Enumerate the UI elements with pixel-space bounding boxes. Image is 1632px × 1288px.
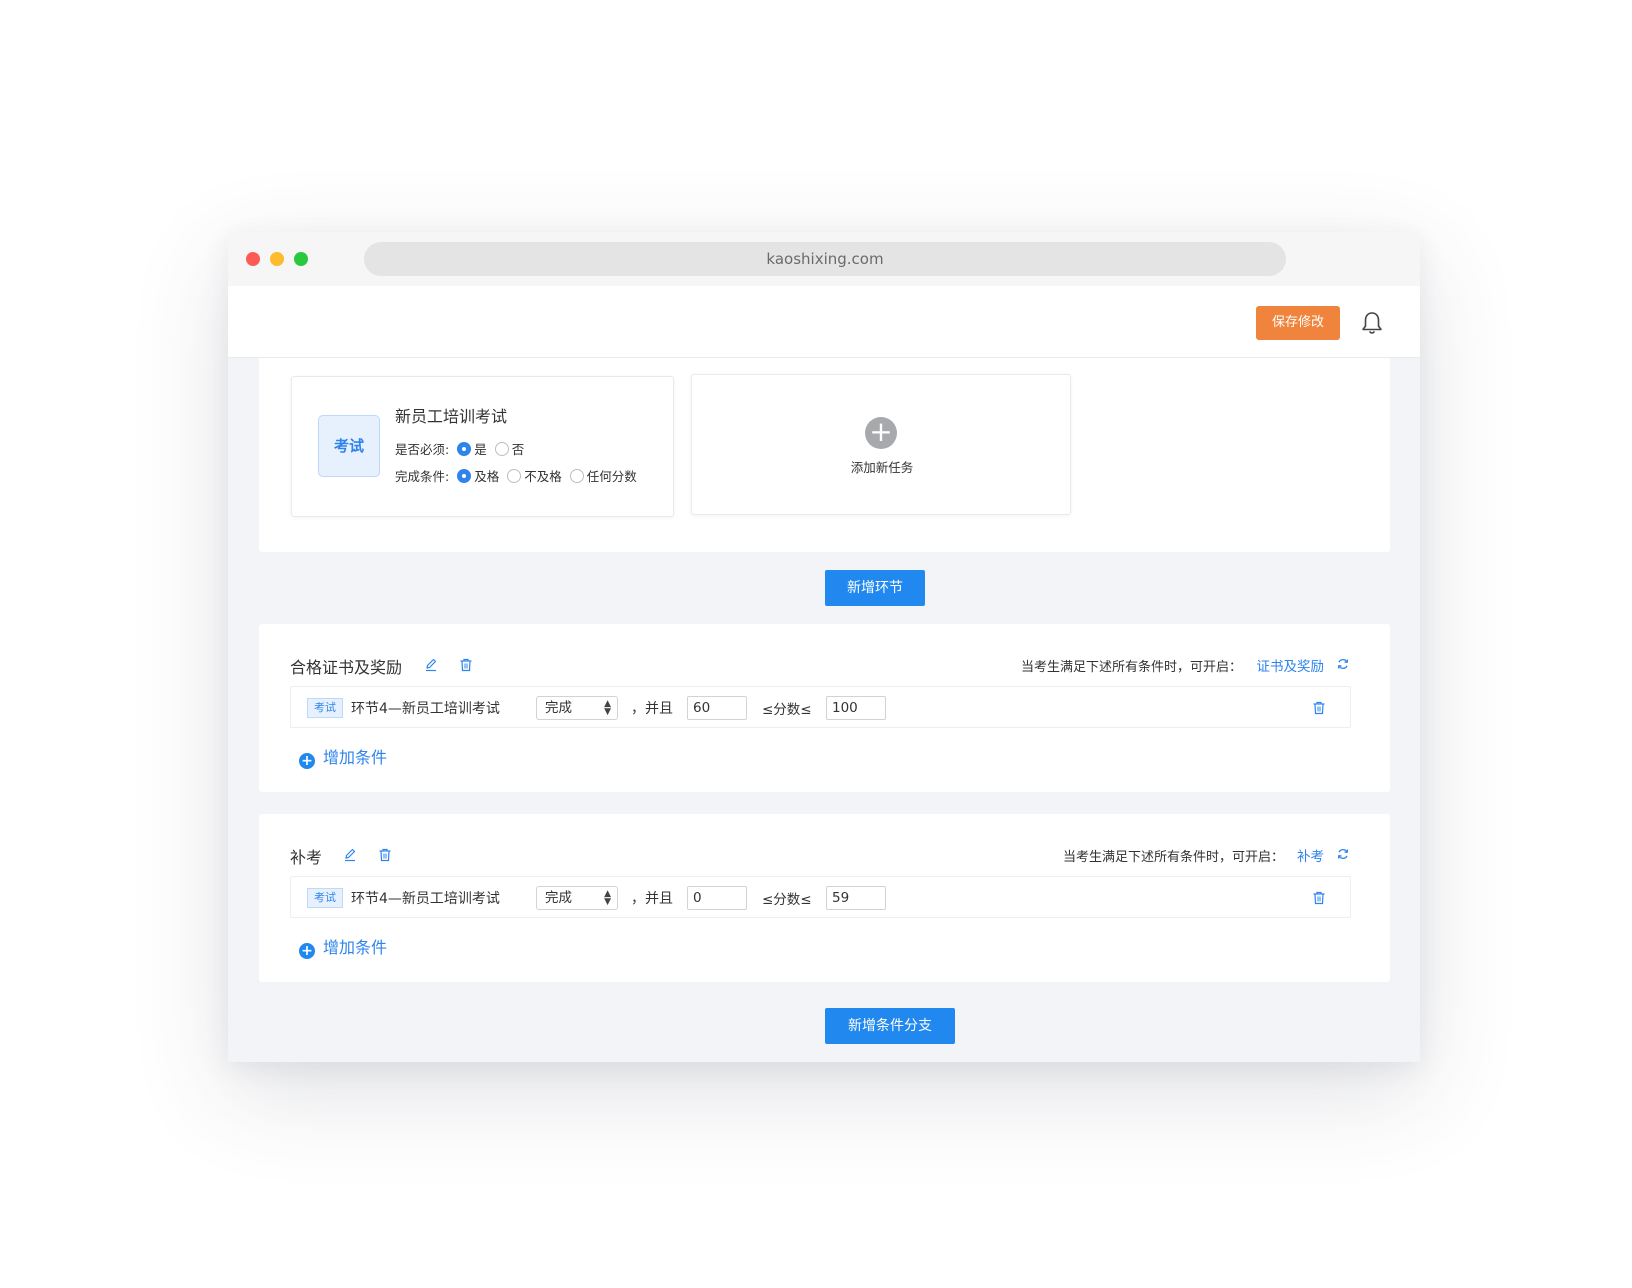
completion-label: 完成条件: — [395, 469, 450, 484]
score-range-text: ≤分数≤ — [762, 702, 812, 718]
required-yes-radio[interactable] — [457, 442, 472, 456]
unlock-target-link[interactable]: 补考 — [1297, 845, 1324, 865]
exam-tag: 考试 — [307, 888, 343, 908]
top-toolbar: 保存修改 — [228, 286, 1420, 358]
required-no-label: 否 — [511, 442, 525, 457]
add-task-label: 添加新任务 — [850, 460, 914, 475]
browser-chrome: kaoshixing.com — [228, 232, 1420, 286]
and-text: ，并且 — [631, 701, 673, 717]
refresh-icon[interactable] — [1336, 847, 1350, 861]
min-score-input[interactable]: 0 — [687, 886, 747, 910]
min-score-input[interactable]: 60 — [687, 696, 747, 720]
required-no-radio[interactable] — [494, 442, 509, 456]
add-condition-button[interactable]: + 增加条件 — [299, 934, 387, 959]
required-yes-label: 是 — [474, 442, 487, 457]
add-circle-icon: + — [299, 943, 315, 959]
select-arrows-icon: ▲ ▼ — [604, 699, 611, 717]
bell-icon[interactable] — [1360, 310, 1384, 336]
minimize-window-dot[interactable] — [270, 252, 284, 266]
condition-row: 考试 环节4—新员工培训考试 完成 ▲ ▼ ，并且 60 ≤分数≤ 100 — [290, 686, 1351, 728]
status-select-value: 完成 — [545, 700, 572, 716]
unlock-condition-text: 当考生满足下述所有条件时，可开启： — [1020, 660, 1242, 675]
and-text: ，并且 — [631, 891, 673, 907]
delete-condition-icon[interactable] — [1312, 891, 1326, 905]
delete-condition-icon[interactable] — [1312, 701, 1326, 715]
add-condition-label: 增加条件 — [323, 938, 388, 957]
status-select[interactable]: 完成 ▲ ▼ — [536, 696, 618, 720]
branch-title: 补考 — [290, 848, 323, 867]
exam-badge: 考试 — [318, 415, 380, 477]
condition-exam-name: 环节4—新员工培训考试 — [351, 891, 500, 907]
completion-any-radio[interactable] — [569, 469, 584, 483]
add-condition-button[interactable]: + 增加条件 — [299, 744, 387, 769]
completion-pass-label: 及格 — [474, 469, 500, 484]
browser-window: kaoshixing.com 保存修改 考试 新员工培训考试 是否必须: 是 否… — [228, 232, 1420, 1062]
completion-pass-radio[interactable] — [457, 469, 472, 483]
stage-panel: 考试 新员工培训考试 是否必须: 是 否 完成条件: 及格 不及格 任何分数 +… — [259, 358, 1390, 552]
add-stage-button[interactable]: 新增环节 — [825, 570, 925, 606]
unlock-condition-text: 当考生满足下述所有条件时，可开启： — [1062, 850, 1284, 865]
address-bar[interactable]: kaoshixing.com — [364, 242, 1286, 276]
required-row: 是否必须: 是 否 — [395, 439, 524, 458]
branch-panel: 合格证书及奖励 当考生满足下述所有条件时，可开启： 证书及奖励 考试 环节4—新… — [259, 624, 1390, 792]
edit-icon[interactable] — [343, 848, 357, 862]
add-task-card[interactable]: + 添加新任务 — [691, 374, 1071, 515]
completion-fail-radio[interactable] — [507, 469, 522, 483]
exam-task-title: 新员工培训考试 — [395, 407, 508, 426]
edit-icon[interactable] — [424, 658, 438, 672]
maximize-window-dot[interactable] — [294, 252, 308, 266]
completion-row: 完成条件: 及格 不及格 任何分数 — [395, 466, 637, 485]
branch-title: 合格证书及奖励 — [290, 658, 403, 677]
delete-icon[interactable] — [378, 848, 392, 862]
required-label: 是否必须: — [395, 442, 450, 457]
completion-any-label: 任何分数 — [586, 469, 637, 484]
add-condition-label: 增加条件 — [323, 748, 388, 767]
add-branch-button[interactable]: 新增条件分支 — [825, 1008, 955, 1044]
delete-icon[interactable] — [459, 658, 473, 672]
plus-icon: + — [865, 417, 897, 449]
branch-panel: 补考 当考生满足下述所有条件时，可开启： 补考 考试 环节4—新员工培训考试 完… — [259, 814, 1390, 982]
select-arrows-icon: ▲ ▼ — [604, 889, 611, 907]
exam-task-card[interactable]: 考试 新员工培训考试 是否必须: 是 否 完成条件: 及格 不及格 任何分数 — [291, 376, 674, 517]
refresh-icon[interactable] — [1336, 657, 1350, 671]
exam-tag: 考试 — [307, 698, 343, 718]
completion-fail-label: 不及格 — [524, 469, 562, 484]
condition-row: 考试 环节4—新员工培训考试 完成 ▲ ▼ ，并且 0 ≤分数≤ 59 — [290, 876, 1351, 918]
save-changes-button[interactable]: 保存修改 — [1256, 306, 1340, 340]
score-range-text: ≤分数≤ — [762, 892, 812, 908]
max-score-input[interactable]: 100 — [826, 696, 886, 720]
close-window-dot[interactable] — [246, 252, 260, 266]
status-select-value: 完成 — [545, 890, 572, 906]
max-score-input[interactable]: 59 — [826, 886, 886, 910]
unlock-target-link[interactable]: 证书及奖励 — [1257, 655, 1325, 675]
status-select[interactable]: 完成 ▲ ▼ — [536, 886, 618, 910]
condition-exam-name: 环节4—新员工培训考试 — [351, 701, 500, 717]
add-circle-icon: + — [299, 753, 315, 769]
